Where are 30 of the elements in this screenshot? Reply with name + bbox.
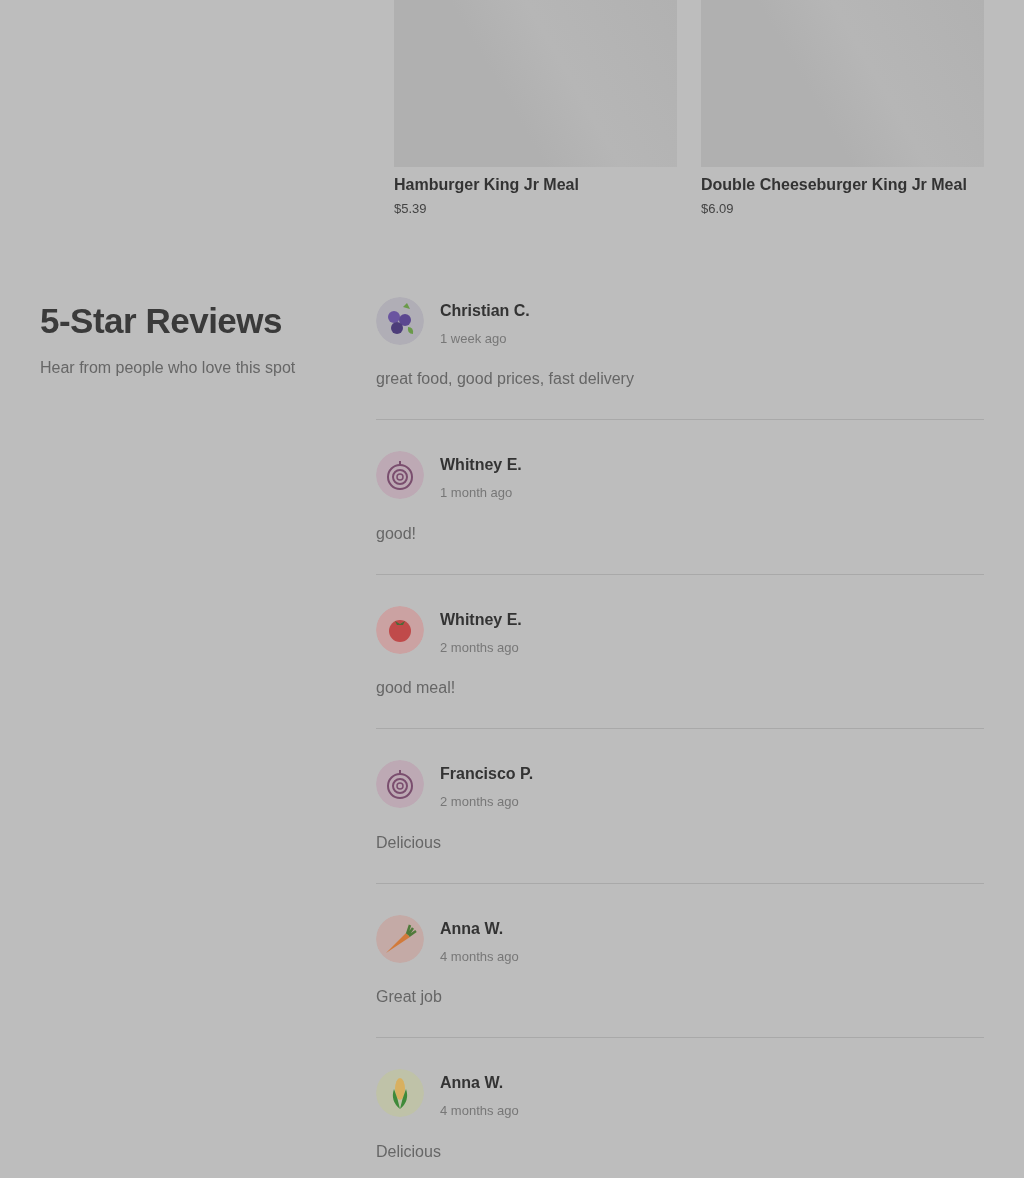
review-time: 1 month ago xyxy=(440,484,514,502)
review-time: 2 months ago xyxy=(440,638,520,657)
product-name[interactable]: Hamburger King Jr Meal xyxy=(394,173,677,197)
section-title: 5-Star Reviews xyxy=(40,299,284,342)
author-name: Whitney E. xyxy=(440,455,522,475)
product-price: $6.09 xyxy=(701,200,735,218)
corn-icon xyxy=(376,1069,424,1117)
product-price: $5.39 xyxy=(394,200,428,218)
author-name: Anna W. xyxy=(440,918,505,939)
review-time: 4 months ago xyxy=(440,947,519,966)
section-subtitle: Hear from people who love this spot xyxy=(40,357,297,378)
review-text: Delicious xyxy=(376,832,442,853)
tomato-icon xyxy=(376,605,424,654)
author-name: Francisco P. xyxy=(440,764,534,784)
review-time: 1 week ago xyxy=(440,329,508,348)
onion-icon xyxy=(376,760,424,808)
blueberries-icon xyxy=(376,296,424,345)
review-text: Delicious xyxy=(376,1141,442,1162)
carrot-icon xyxy=(376,914,424,963)
review-text: good meal! xyxy=(376,678,457,698)
author-name: Christian C. xyxy=(440,300,530,321)
review-text: great food, good prices, fast delivery xyxy=(376,369,635,389)
review-time: 2 months ago xyxy=(440,793,520,811)
author-name: Whitney E. xyxy=(440,609,522,630)
review-text: Great job xyxy=(376,987,443,1007)
onion-icon xyxy=(376,451,424,499)
author-name: Anna W. xyxy=(440,1073,505,1093)
product-name[interactable]: Double Cheeseburger King Jr Meal xyxy=(701,173,984,197)
review-text: good! xyxy=(376,523,418,544)
review-time: 4 months ago xyxy=(440,1102,519,1120)
